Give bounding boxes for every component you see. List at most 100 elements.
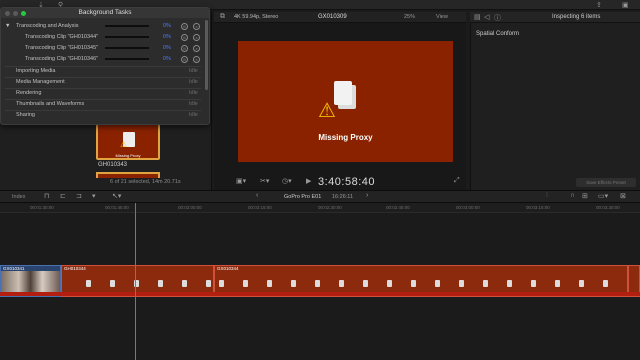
edit-options-icon[interactable]: ▾ — [92, 192, 96, 200]
select-tool-icon[interactable]: ↖▾ — [112, 192, 121, 200]
progress-bar — [105, 36, 149, 38]
missing-proxy-icon — [435, 280, 440, 287]
browser-status: 6 of 21 selected, 14m 20.71s — [110, 179, 181, 185]
minimize-button[interactable] — [13, 11, 18, 16]
browser-clip-thumbnail-2[interactable] — [96, 172, 160, 178]
progress-bar — [105, 58, 149, 60]
task-category[interactable]: Media Management Idle — [1, 77, 205, 88]
timeline-history-forward-icon[interactable]: › — [366, 192, 368, 199]
missing-proxy-icon — [206, 280, 211, 287]
category-status: Idle — [189, 112, 198, 118]
pause-icon[interactable]: II — [181, 56, 188, 63]
effects-browser-icon[interactable]: ⊠ — [620, 192, 626, 200]
close-button[interactable] — [5, 11, 10, 16]
browser-clip-thumbnail[interactable]: ⚠ Missing Proxy — [96, 122, 160, 160]
pause-icon[interactable]: II — [181, 34, 188, 41]
window-title: Background Tasks — [1, 8, 209, 18]
timeline-ruler[interactable]: 00:01:30:00 00:01:45:00 00:02:00:00 00:0… — [0, 203, 640, 213]
trim-icon[interactable]: ✂▾ — [260, 177, 269, 185]
ruler-tick: 00:01:30:00 — [30, 205, 54, 210]
missing-proxy-icon — [182, 280, 187, 287]
insert-clip-icon[interactable]: ⊏ — [60, 192, 66, 200]
info-inspector-icon[interactable]: ⓘ — [494, 13, 501, 23]
clip-appearance-icon[interactable]: ▭▾ — [598, 192, 608, 200]
missing-proxy-icon — [219, 280, 224, 287]
timeline-history-back-icon[interactable]: ‹ — [256, 192, 258, 199]
snapping-icon[interactable]: ⊞ — [582, 192, 588, 200]
disclosure-triangle-icon[interactable]: ▼ — [5, 21, 10, 32]
missing-proxy-icon — [243, 280, 248, 287]
ruler-tick: 00:01:45:00 — [105, 205, 129, 210]
missing-proxy-icon — [86, 280, 91, 287]
pause-icon[interactable]: II — [181, 23, 188, 30]
ruler-tick: 00:03:15:00 — [526, 205, 550, 210]
cancel-icon[interactable]: × — [193, 56, 200, 63]
missing-proxy-icon — [315, 280, 320, 287]
project-name: GoPro Pro E01 — [284, 194, 322, 200]
ruler-tick: 00:03:30:00 — [596, 205, 620, 210]
category-label: Rendering — [16, 90, 42, 96]
task-group-transcoding[interactable]: ▼ Transcoding and Analysis 0% II × — [1, 21, 205, 32]
inspector-toggle-icon[interactable]: ▣ — [622, 1, 629, 9]
audio-inspector-icon[interactable]: ◁ — [484, 13, 489, 21]
video-inspector-icon[interactable]: ▤ — [474, 13, 481, 21]
project-duration: 16:26:11 — [332, 194, 354, 200]
category-label: Thumbnails and Waveforms — [16, 101, 85, 107]
missing-proxy-icon — [531, 280, 536, 287]
missing-proxy-icon — [579, 280, 584, 287]
task-category[interactable]: Rendering Idle — [1, 88, 205, 99]
view-menu[interactable]: View — [436, 14, 448, 20]
save-effects-preset-button[interactable]: Save Effects Preset — [576, 178, 636, 187]
overwrite-clip-icon[interactable]: ⊐ — [76, 192, 82, 200]
inspector-section: Spatial Conform — [476, 31, 520, 37]
audio-waveform-strip — [0, 292, 640, 296]
speed-icon[interactable]: ◷▾ — [282, 177, 292, 185]
task-category[interactable]: Sharing Idle — [1, 110, 205, 121]
inspector-header: ▤ ◁ ⓘ Inspecting 6 items — [470, 12, 640, 23]
category-label: Importing Media — [16, 68, 56, 74]
zoom-button[interactable] — [21, 11, 26, 16]
progress-bar — [105, 25, 149, 27]
task-row: Transcoding Clip "GH010346" 0% II × — [1, 54, 205, 65]
missing-proxy-icon — [411, 280, 416, 287]
clip-filmstrip — [62, 271, 213, 293]
ruler-tick: 00:02:15:00 — [248, 205, 272, 210]
audio-skimming-icon[interactable]: ⫶ — [546, 192, 548, 200]
category-status: Idle — [189, 101, 198, 107]
connect-clip-icon[interactable]: ⊓ — [44, 192, 49, 200]
category-status: Idle — [189, 90, 198, 96]
missing-proxy-icon — [387, 280, 392, 287]
zoom-menu[interactable]: 25% — [404, 14, 415, 20]
play-button[interactable]: ▶ — [306, 177, 311, 185]
ruler-tick: 00:03:00:00 — [456, 205, 480, 210]
task-label: Transcoding Clip "GH010344" — [25, 34, 99, 40]
category-status: Idle — [189, 68, 198, 74]
fullscreen-icon[interactable]: ⤢ — [454, 177, 460, 185]
index-button[interactable]: Index — [12, 194, 25, 200]
task-percent: 0% — [163, 56, 171, 62]
headphones-icon[interactable]: ∩ — [570, 192, 575, 199]
cancel-icon[interactable]: × — [193, 23, 200, 30]
cancel-icon[interactable]: × — [193, 45, 200, 52]
missing-proxy-icon — [339, 280, 344, 287]
playhead[interactable] — [135, 203, 136, 360]
missing-proxy-icon — [603, 280, 608, 287]
background-tasks-window: Background Tasks ▼ Transcoding and Analy… — [0, 7, 210, 125]
timecode-display[interactable]: 3:40:58:40 — [318, 176, 375, 188]
task-percent: 0% — [163, 45, 171, 51]
pause-icon[interactable]: II — [181, 45, 188, 52]
task-category[interactable]: Thumbnails and Waveforms Idle — [1, 99, 205, 110]
missing-proxy-message: Missing Proxy — [318, 133, 373, 142]
viewer-options-icon[interactable]: ⧉ — [220, 13, 225, 21]
thumbnail-label: Missing Proxy — [115, 153, 141, 158]
task-label: Transcoding Clip "GH010346" — [25, 56, 99, 62]
task-category[interactable]: Importing Media Idle — [1, 66, 205, 77]
ruler-tick: 00:02:30:00 — [318, 205, 342, 210]
transform-icon[interactable]: ▣▾ — [236, 177, 246, 185]
share-icon[interactable]: ⇪ — [596, 1, 602, 9]
missing-proxy-icon — [291, 280, 296, 287]
cancel-icon[interactable]: × — [193, 34, 200, 41]
missing-proxy-icon — [483, 280, 488, 287]
scrollbar[interactable] — [205, 20, 208, 90]
clip-filmstrip — [215, 271, 627, 293]
